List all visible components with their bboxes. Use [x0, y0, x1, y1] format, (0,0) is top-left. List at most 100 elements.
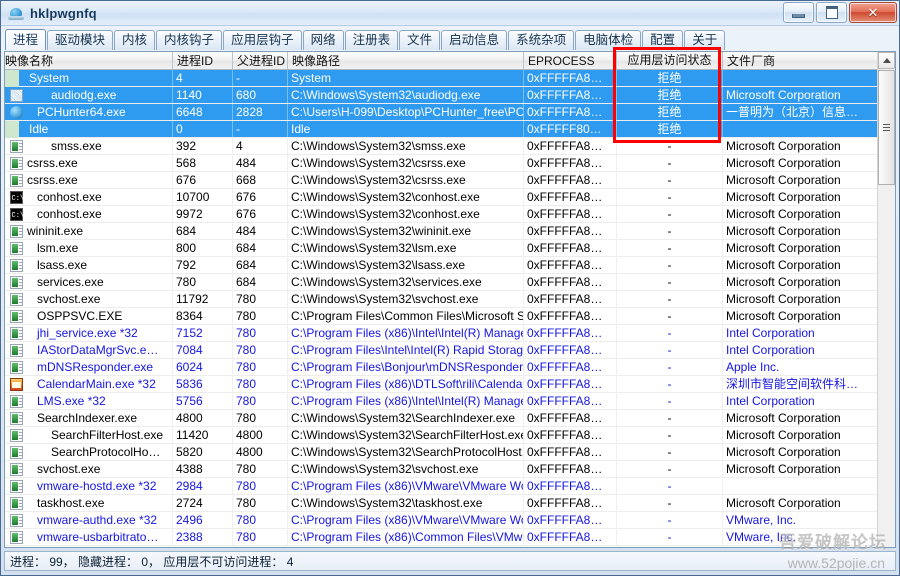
- cell-eprocess: 0xFFFFFA8…: [524, 307, 617, 325]
- tab-0[interactable]: 进程: [5, 29, 47, 50]
- cell-ppid: 684: [233, 256, 288, 274]
- table-row[interactable]: mDNSResponder.exe 6024 780 C:\Program Files…: [5, 358, 895, 376]
- cell-eprocess: 0xFFFFFA8…: [524, 324, 617, 342]
- cell-path: C:\Users\H-099\Desktop\PCHunter_free\PC…: [288, 103, 524, 121]
- table-row[interactable]: taskhost.exe 2724 780 C:\Windows\System32\t…: [5, 494, 895, 512]
- scrollbar-thumb[interactable]: [878, 70, 895, 185]
- vertical-scrollbar[interactable]: [877, 52, 895, 547]
- column-header-3[interactable]: 映像路径: [288, 52, 524, 69]
- tab-11[interactable]: 配置: [642, 30, 684, 50]
- table-row[interactable]: lsm.exe 800 684 C:\Windows\System32\lsm.exe…: [5, 239, 895, 257]
- cell-name: csrss.exe: [5, 171, 173, 189]
- grid-body[interactable]: System 4- System 0xFFFFFA8… 拒绝 audiodg.exe 114…: [5, 70, 895, 547]
- cell-pid: 684: [173, 222, 233, 240]
- cell-pid: 7152: [173, 324, 233, 342]
- table-row[interactable]: SearchProtocolHo… 5820 4800 C:\Windows\Syst…: [5, 443, 895, 461]
- cell-access: 拒绝: [617, 120, 723, 138]
- table-row[interactable]: services.exe 780 684 C:\Windows\System32\se…: [5, 273, 895, 291]
- table-row[interactable]: csrss.exe 676 668 C:\Windows\System32\csrss…: [5, 171, 895, 189]
- grip-icon: [883, 124, 890, 131]
- grid-header-row: 映像名称 进程ID 父进程ID 映像路径 EPROCESS 应用层访问状态 文件厂商: [5, 52, 895, 70]
- tab-1[interactable]: 驱动模块: [47, 30, 114, 50]
- table-row[interactable]: smss.exe 392 4 C:\Windows\System32\smss.exe…: [5, 137, 895, 155]
- table-row[interactable]: vmware-usbarbitrato… 2388 780 C:\Program Fi…: [5, 528, 895, 546]
- table-row[interactable]: vmware-hostd.exe *32 2984 780 C:\Program Fi…: [5, 477, 895, 495]
- close-button[interactable]: ✕: [849, 2, 897, 23]
- column-header-4[interactable]: EPROCESS: [524, 52, 617, 69]
- cell-ppid: 684: [233, 239, 288, 257]
- cell-pid: 6648: [173, 103, 233, 121]
- cell-eprocess: 0xFFFFFA8…: [524, 154, 617, 172]
- table-row[interactable]: SearchIndexer.exe 4800 780 C:\Windows\Syste…: [5, 409, 895, 427]
- cell-eprocess: 0xFFFFFA8…: [524, 511, 617, 529]
- tab-3[interactable]: 内核钩子: [156, 30, 223, 50]
- table-row[interactable]: PCHunter64.exe 6648 2828 C:\Users\H-099\Des…: [5, 103, 895, 121]
- process-name: csrss.exe: [27, 173, 78, 187]
- column-header-2[interactable]: 父进程ID: [233, 52, 288, 69]
- cell-pid: 4800: [173, 409, 233, 427]
- process-name: csrss.exe: [27, 156, 78, 170]
- table-row[interactable]: csrss.exe 568 484 C:\Windows\System32\csrss…: [5, 154, 895, 172]
- process-name: vmware-usbarbitrato…: [37, 530, 159, 544]
- cell-pid: 9972: [173, 205, 233, 223]
- maximize-button[interactable]: [816, 2, 847, 23]
- table-row[interactable]: OSPPSVC.EXE 8364 780 C:\Program Files\Commo…: [5, 307, 895, 325]
- table-row[interactable]: conhost.exe 10700676C:\Windows\System32\c…: [5, 188, 895, 206]
- table-row[interactable]: SearchFilterHost.exe 11420 4800 C:\Windows\…: [5, 426, 895, 444]
- cell-path: C:\Windows\System32\wininit.exe: [288, 222, 524, 240]
- scroll-up-button[interactable]: [878, 52, 895, 69]
- cell-access: -: [617, 273, 723, 291]
- table-row[interactable]: svchost.exe 11792 780 C:\Windows\System32\s…: [5, 290, 895, 308]
- tab-2[interactable]: 内核: [114, 30, 156, 50]
- cell-name: SearchProtocolHo…: [5, 443, 173, 461]
- cell-vendor: Microsoft Corporation: [726, 206, 841, 221]
- tab-5[interactable]: 网络: [302, 30, 344, 50]
- table-row[interactable]: Idle 0- Idle 0xFFFFF80… 拒绝: [5, 120, 895, 138]
- column-header-0[interactable]: 映像名称: [5, 52, 173, 69]
- cell-eprocess: 0xFFFFFA8…: [524, 273, 617, 291]
- cell-eprocess: 0xFFFFF80…: [524, 120, 617, 138]
- column-header-6[interactable]: 文件厂商: [723, 52, 881, 69]
- tab-7[interactable]: 文件: [399, 30, 441, 50]
- cell-eprocess: 0xFFFFFA8…: [524, 460, 617, 478]
- tab-9[interactable]: 系统杂项: [508, 30, 575, 50]
- table-row[interactable]: audiodg.exe 1140 680 C:\Windows\System32\au…: [5, 86, 895, 104]
- process-name: conhost.exe: [37, 207, 102, 221]
- table-row[interactable]: wininit.exe 684 484 C:\Windows\System32\win…: [5, 222, 895, 240]
- process-name: services.exe: [37, 275, 104, 289]
- cell-eprocess: 0xFFFFFA8…: [524, 222, 617, 240]
- column-header-1[interactable]: 进程ID: [173, 52, 233, 69]
- cell-path: C:\Windows\System32\services.exe: [288, 273, 524, 291]
- cell-eprocess: 0xFFFFFA8…: [524, 70, 617, 87]
- cell-pid: 4388: [173, 460, 233, 478]
- tab-10[interactable]: 电脑体检: [575, 30, 642, 50]
- table-row[interactable]: System 4- System 0xFFFFFA8… 拒绝: [5, 70, 895, 87]
- tab-8[interactable]: 启动信息: [441, 30, 508, 50]
- process-name: audiodg.exe: [51, 88, 117, 102]
- cell-pid: 5836: [173, 375, 233, 393]
- cell-path: System: [288, 70, 524, 87]
- table-row[interactable]: vmware-authd.exe *32 2496 780 C:\Program Fi…: [5, 511, 895, 529]
- cell-ppid: 780: [233, 307, 288, 325]
- cell-pid: 800: [173, 239, 233, 257]
- cell-pid: 5756: [173, 392, 233, 410]
- cell-pid: 676: [173, 171, 233, 189]
- cell-ppid: 780: [233, 528, 288, 546]
- cell-path: C:\Windows\System32\lsm.exe: [288, 239, 524, 257]
- table-row[interactable]: IAStorDataMgrSvc.e… 7084 780 C:\Program Fil…: [5, 341, 895, 359]
- tab-6[interactable]: 注册表: [344, 30, 399, 50]
- table-row[interactable]: jhi_service.exe *32 7152 780 C:\Program Fil…: [5, 324, 895, 342]
- cell-path: C:\Windows\System32\csrss.exe: [288, 154, 524, 172]
- minimize-button[interactable]: [783, 2, 814, 23]
- table-row[interactable]: conhost.exe 9972676C:\Windows\System32\co…: [5, 205, 895, 223]
- tab-4[interactable]: 应用层钩子: [223, 30, 302, 50]
- table-row[interactable]: lsass.exe 792 684 C:\Windows\System32\lsass…: [5, 256, 895, 274]
- table-row[interactable]: LMS.exe *32 5756 780 C:\Program Files (x86)…: [5, 392, 895, 410]
- cell-vendor: [723, 478, 881, 495]
- table-row[interactable]: svchost.exe 4388 780 C:\Windows\System32\sv…: [5, 460, 895, 478]
- tab-12[interactable]: 关于: [684, 30, 726, 50]
- column-header-5[interactable]: 应用层访问状态: [617, 52, 723, 69]
- cell-eprocess: 0xFFFFFA8…: [524, 86, 617, 104]
- table-row[interactable]: CalendarMain.exe *32 5836 780 C:\Program Fi…: [5, 375, 895, 393]
- cell-pid: 11792: [173, 290, 233, 308]
